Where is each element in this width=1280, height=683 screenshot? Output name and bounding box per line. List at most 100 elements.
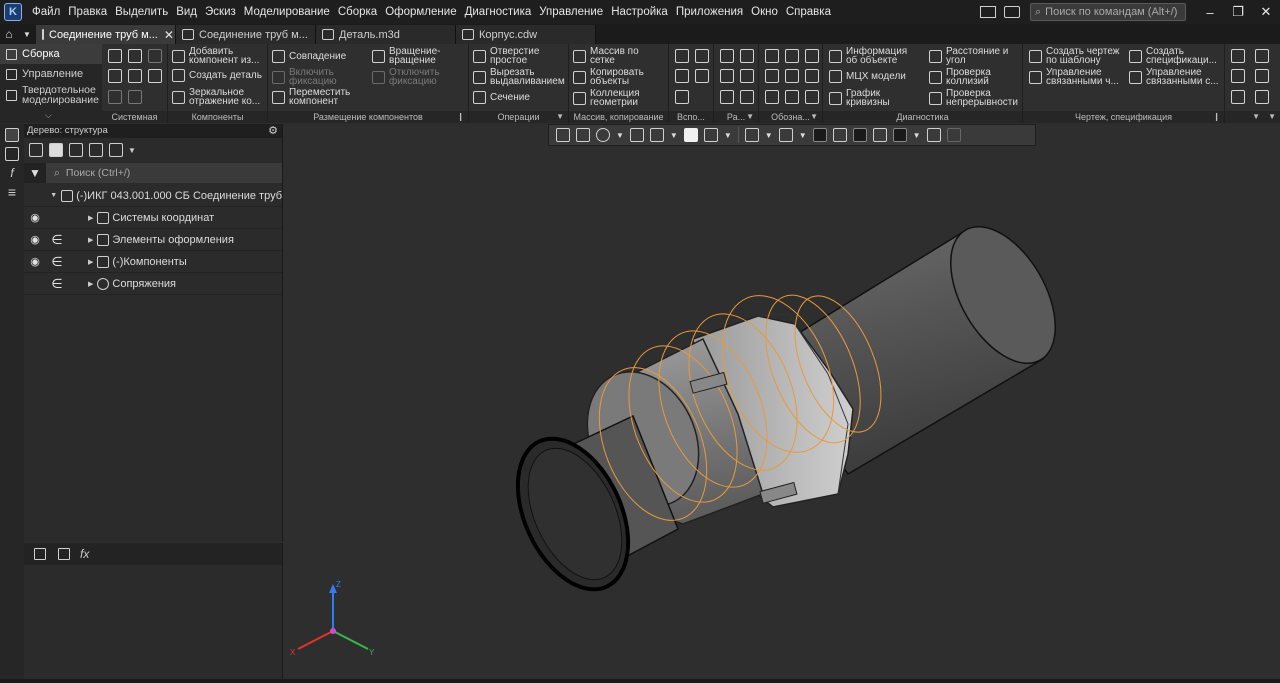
extra-tool5-icon[interactable]: [1231, 90, 1245, 104]
coincidence-button[interactable]: Совпадение: [272, 50, 346, 63]
designation-2-icon[interactable]: [785, 49, 799, 63]
tree-filter-options-icon[interactable]: [109, 143, 123, 157]
simple-hole-button[interactable]: Отверстие простое: [473, 47, 539, 66]
modes-expand-icon[interactable]: ⌵: [45, 110, 52, 121]
menu-window[interactable]: Окно: [747, 6, 782, 18]
ra-tool1-icon[interactable]: [720, 49, 734, 63]
save-as-icon[interactable]: [148, 69, 162, 83]
ribbon-more-icon[interactable]: ▼: [1268, 111, 1276, 123]
designation-3-icon[interactable]: [805, 49, 819, 63]
undo-icon[interactable]: [108, 90, 122, 104]
print-icon[interactable]: [108, 69, 122, 83]
restore-button[interactable]: ❐: [1224, 0, 1252, 24]
group-dropdown-icon[interactable]: ▼: [746, 111, 754, 123]
app-logo[interactable]: K: [4, 3, 22, 21]
designation-6-icon[interactable]: [805, 69, 819, 83]
disable-fixation-button[interactable]: Отключить фиксацию: [372, 68, 440, 87]
create-specification-button[interactable]: Создать спецификаци...: [1129, 47, 1217, 66]
tree-item-mates[interactable]: ∈ ▶ Сопряжения: [24, 273, 282, 295]
ra-tool6-icon[interactable]: [740, 90, 754, 104]
menu-diagnostics[interactable]: Диагностика: [461, 6, 536, 18]
menu-view[interactable]: Вид: [172, 6, 201, 18]
menu-assembly[interactable]: Сборка: [334, 6, 381, 18]
menu-help[interactable]: Справка: [782, 6, 835, 18]
eye-icon[interactable]: ◉: [24, 211, 46, 224]
extra-tool2-icon[interactable]: [1255, 49, 1269, 63]
designation-5-icon[interactable]: [785, 69, 799, 83]
tab-assembly-1[interactable]: Соединение труб м... ✕: [36, 25, 176, 44]
collision-check-button[interactable]: Проверка коллизий: [929, 68, 991, 87]
group-options-icon[interactable]: ❙: [1213, 111, 1220, 123]
section-button[interactable]: Сечение: [473, 91, 530, 104]
tab-drawing[interactable]: Корпус.cdw: [456, 25, 596, 44]
manage-linked-specs-button[interactable]: Управление связанными с...: [1129, 68, 1219, 87]
create-drawing-button[interactable]: Создать чертеж по шаблону: [1029, 47, 1120, 66]
fx-icon[interactable]: f: [5, 166, 19, 180]
expand-triangle-icon[interactable]: ▶: [88, 280, 93, 288]
table-icon[interactable]: [5, 147, 19, 161]
add-component-button[interactable]: Добавить компонент из...: [172, 47, 259, 66]
extra-tool1-icon[interactable]: [1231, 49, 1245, 63]
tree-search-input[interactable]: ⌕ Поиск (Ctrl+/): [46, 163, 282, 183]
mass-properties-button[interactable]: МЦХ модели: [829, 70, 906, 83]
manage-linked-drawings-button[interactable]: Управление связанными ч...: [1029, 68, 1119, 87]
preview-icon[interactable]: [128, 69, 142, 83]
save-icon[interactable]: [148, 49, 162, 63]
tree-view4-icon[interactable]: [89, 143, 103, 157]
group-options-icon[interactable]: ❙: [457, 111, 464, 123]
aux-line-icon[interactable]: [675, 90, 689, 104]
aux-csys-icon[interactable]: [695, 69, 709, 83]
enable-fixation-button[interactable]: Включить фиксацию: [272, 68, 337, 87]
open-doc-icon[interactable]: [128, 49, 142, 63]
expand-triangle-icon[interactable]: ▶: [88, 214, 93, 222]
expand-triangle-icon[interactable]: ▶: [88, 236, 93, 244]
mode-solid-modeling[interactable]: Твердотельное моделирование: [0, 84, 102, 106]
pipe-connection-model[interactable]: [283, 124, 1280, 679]
menu-design[interactable]: Оформление: [381, 6, 460, 18]
tree-icon[interactable]: [34, 548, 46, 560]
group-dropdown-icon[interactable]: ▼: [810, 111, 818, 123]
copy-objects-button[interactable]: Копировать объекты: [573, 68, 644, 87]
gear-icon[interactable]: ⚙: [268, 124, 278, 138]
table-icon[interactable]: [58, 548, 70, 560]
ra-tool4-icon[interactable]: [740, 69, 754, 83]
tab-close-icon[interactable]: ✕: [164, 28, 174, 42]
tab-assembly-2[interactable]: Соединение труб м...: [176, 25, 316, 44]
tab-part[interactable]: Деталь.m3d: [316, 25, 456, 44]
extra-tool3-icon[interactable]: [1231, 69, 1245, 83]
menu-management[interactable]: Управление: [535, 6, 607, 18]
continuity-check-button[interactable]: Проверка непрерывности: [929, 89, 1018, 108]
tree-item-design-elements[interactable]: ◉ ∈ ▶ Элементы оформления: [24, 229, 282, 251]
cut-extrude-button[interactable]: Вырезать выдавливанием: [473, 68, 565, 87]
menu-modeling[interactable]: Моделирование: [240, 6, 334, 18]
aux-point-icon[interactable]: [675, 69, 689, 83]
extra-tool4-icon[interactable]: [1255, 69, 1269, 83]
tree-view3-icon[interactable]: [69, 143, 83, 157]
tree-toolbar-dropdown-icon[interactable]: ▼: [128, 146, 136, 155]
expand-triangle-icon[interactable]: ▼: [50, 192, 57, 199]
aux-axis-icon[interactable]: [695, 49, 709, 63]
menu-edit[interactable]: Правка: [64, 6, 111, 18]
3d-viewport[interactable]: ▼ ▼ ▼ ▼ ▼ ▼ X Y Z: [283, 124, 1280, 679]
command-search-input[interactable]: ⌕ Поиск по командам (Alt+/): [1030, 3, 1186, 21]
menu-applications[interactable]: Приложения: [672, 6, 747, 18]
designation-7-icon[interactable]: [765, 90, 779, 104]
include-icon[interactable]: ∈: [46, 254, 68, 270]
tree-icon[interactable]: [5, 128, 19, 142]
include-icon[interactable]: ∈: [46, 232, 68, 248]
menu-sketch[interactable]: Эскиз: [201, 6, 240, 18]
expand-triangle-icon[interactable]: ▶: [88, 258, 93, 266]
include-icon[interactable]: ∈: [46, 276, 68, 292]
geometry-collection-button[interactable]: Коллекция геометрии: [573, 89, 640, 108]
designation-4-icon[interactable]: [765, 69, 779, 83]
tabs-dropdown-icon[interactable]: ▼: [18, 24, 36, 44]
mode-management[interactable]: Управление: [0, 64, 102, 84]
curvature-graph-button[interactable]: График кривизны: [829, 89, 890, 108]
ribbon-expand-icon[interactable]: ▼: [1252, 111, 1260, 123]
tree-item-coordinate-systems[interactable]: ◉ ▶ Системы координат: [24, 207, 282, 229]
screenshot-icon[interactable]: [1004, 6, 1020, 18]
close-button[interactable]: ✕: [1252, 0, 1280, 24]
tree-root[interactable]: ▼ (-)ИКГ 043.001.000 СБ Соединение труб: [24, 185, 282, 207]
menu-select[interactable]: Выделить: [111, 6, 172, 18]
window-layout-icon[interactable]: [980, 6, 996, 18]
